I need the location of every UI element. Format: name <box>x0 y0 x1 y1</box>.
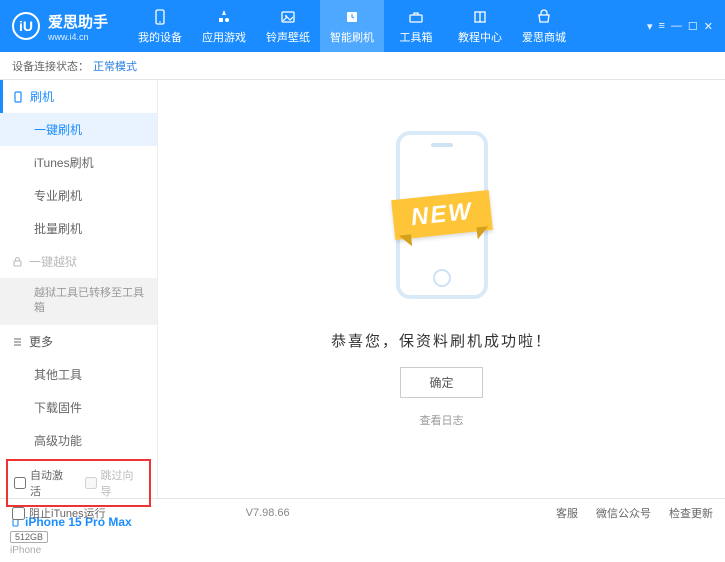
user-icon[interactable] <box>701 58 713 70</box>
success-message: 恭喜您，保资料刷机成功啦！ <box>331 330 552 351</box>
sidebar-item-itunes[interactable]: iTunes刷机 <box>0 146 157 179</box>
phone-small-icon <box>12 91 24 103</box>
sidebar-item-oneclick[interactable]: 一键刷机 <box>0 113 157 146</box>
sidebar-item-download-fw[interactable]: 下载固件 <box>0 391 157 424</box>
version-label: V7.98.66 <box>246 507 290 519</box>
menu-icon[interactable]: ▾ <box>647 20 653 33</box>
flash-icon <box>343 8 361 26</box>
minimize-icon[interactable]: — <box>671 20 682 33</box>
skip-guide-input <box>85 477 97 489</box>
auto-activate-input[interactable] <box>14 477 26 489</box>
sidebar-item-advanced[interactable]: 高级功能 <box>0 424 157 457</box>
block-itunes-input[interactable] <box>12 507 25 520</box>
logo: iU 爱思助手 www.i4.cn <box>12 11 108 42</box>
status-mode: 正常模式 <box>93 58 137 74</box>
download-icon[interactable] <box>681 58 693 70</box>
logo-icon: iU <box>12 12 40 40</box>
nav-toolbox[interactable]: 工具箱 <box>384 0 448 52</box>
sidebar-group-more[interactable]: 更多 <box>0 325 157 358</box>
phone-icon <box>151 8 169 26</box>
main-panel: NEW 恭喜您，保资料刷机成功啦！ 确定 查看日志 <box>158 80 725 498</box>
view-log-link[interactable]: 查看日志 <box>420 412 464 428</box>
device-type: iPhone <box>10 545 147 556</box>
brand-url: www.i4.cn <box>48 32 108 42</box>
auto-activate-checkbox[interactable]: 自动激活 <box>14 467 73 499</box>
nav-tutorials[interactable]: 教程中心 <box>448 0 512 52</box>
main-nav: 我的设备 应用游戏 铃声壁纸 智能刷机 工具箱 教程中心 爱思商城 <box>128 0 576 52</box>
footer-link-wechat[interactable]: 微信公众号 <box>596 505 651 521</box>
book-icon <box>471 8 489 26</box>
success-illustration: NEW <box>357 120 527 310</box>
sidebar-item-batch[interactable]: 批量刷机 <box>0 212 157 245</box>
skip-guide-checkbox: 跳过向导 <box>85 467 144 499</box>
settings-icon[interactable]: ≡ <box>658 20 664 33</box>
nav-flash[interactable]: 智能刷机 <box>320 0 384 52</box>
list-icon <box>12 336 23 347</box>
nav-my-device[interactable]: 我的设备 <box>128 0 192 52</box>
nav-store[interactable]: 爱思商城 <box>512 0 576 52</box>
sidebar-jailbreak-note: 越狱工具已转移至工具箱 <box>0 278 157 325</box>
device-storage: 512GB <box>10 531 48 543</box>
nav-ringtones[interactable]: 铃声壁纸 <box>256 0 320 52</box>
status-label: 设备连接状态： <box>12 58 89 74</box>
brand-name: 爱思助手 <box>48 11 108 32</box>
sidebar-item-pro[interactable]: 专业刷机 <box>0 179 157 212</box>
sidebar: 刷机 一键刷机 iTunes刷机 专业刷机 批量刷机 一键越狱 越狱工具已转移至… <box>0 80 158 498</box>
sidebar-group-jailbreak: 一键越狱 <box>0 245 157 278</box>
toolbox-icon <box>407 8 425 26</box>
footer-link-update[interactable]: 检查更新 <box>669 505 713 521</box>
nav-apps[interactable]: 应用游戏 <box>192 0 256 52</box>
window-controls: ▾ ≡ — ☐ ✕ <box>647 20 713 33</box>
lock-icon <box>12 256 23 267</box>
footer-link-support[interactable]: 客服 <box>556 505 578 521</box>
apps-icon <box>215 8 233 26</box>
maximize-icon[interactable]: ☐ <box>688 20 698 33</box>
close-icon[interactable]: ✕ <box>704 20 713 33</box>
store-icon <box>535 8 553 26</box>
titlebar: iU 爱思助手 www.i4.cn 我的设备 应用游戏 铃声壁纸 智能刷机 工具… <box>0 0 725 52</box>
sidebar-group-flash[interactable]: 刷机 <box>0 80 157 113</box>
ok-button[interactable]: 确定 <box>400 367 482 398</box>
status-bar: 设备连接状态： 正常模式 <box>0 52 725 80</box>
sidebar-item-other-tools[interactable]: 其他工具 <box>0 358 157 391</box>
highlight-box: 自动激活 跳过向导 <box>6 459 151 507</box>
image-icon <box>279 8 297 26</box>
block-itunes-checkbox[interactable]: 阻止iTunes运行 <box>12 505 106 521</box>
